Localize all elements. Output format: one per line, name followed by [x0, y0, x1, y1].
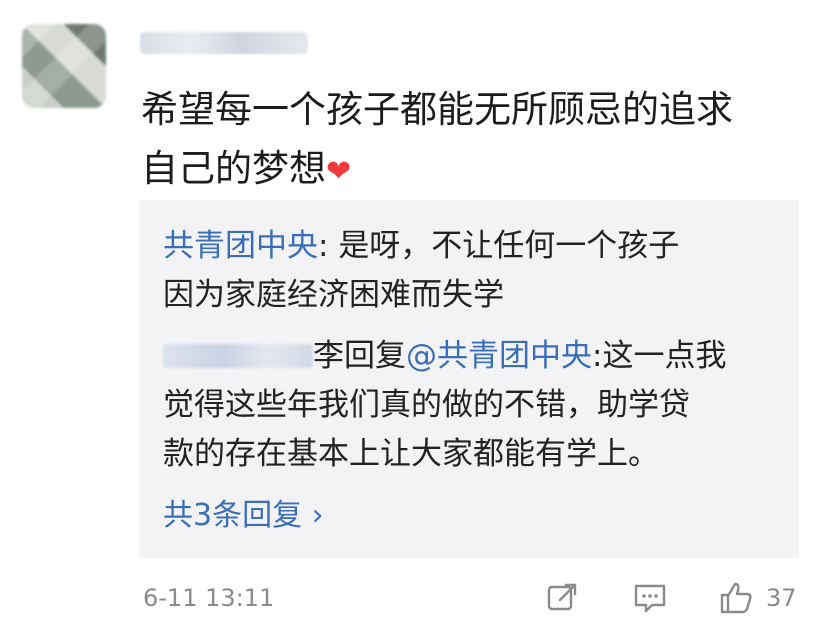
comment-footer: 6-11 13:11 37 — [0, 580, 826, 620]
reply-2-author-blurred[interactable] — [163, 344, 313, 368]
comment-icon[interactable] — [632, 580, 668, 616]
comment-line-2: 自己的梦想❤ — [141, 139, 801, 201]
reply-box: 共青团中央: 是呀，不让任何一个孩子 因为家庭经济困难而失学 李回复@共青团中央… — [139, 200, 799, 558]
reply-1-text-b: 因为家庭经济困难而失学 — [163, 277, 504, 313]
reply-2: 李回复@共青团中央:这一点我 觉得这些年我们真的做的不错，助学贷 款的存在基本上… — [163, 332, 783, 479]
comment-line-2-text: 自己的梦想 — [141, 147, 326, 190]
thumbs-up-icon[interactable] — [718, 580, 754, 616]
reply-1-sep: : — [318, 228, 339, 264]
timestamp: 6-11 13:11 — [143, 584, 275, 612]
reply-1: 共青团中央: 是呀，不让任何一个孩子 因为家庭经济困难而失学 — [163, 222, 783, 320]
more-replies-link[interactable]: 共3条回复 › — [163, 490, 324, 534]
reply-2-text-c: 款的存在基本上让大家都能有学上。 — [163, 436, 659, 472]
reply-1-author[interactable]: 共青团中央 — [163, 228, 318, 264]
share-icon[interactable] — [544, 580, 580, 616]
reply-1-text-a: 是呀，不让任何一个孩子 — [338, 228, 680, 264]
reply-2-text-a: :这一点我 — [592, 338, 727, 374]
reply-2-text-b: 觉得这些年我们真的做的不错，助学贷 — [163, 387, 690, 423]
reply-2-mention[interactable]: @共青团中央 — [406, 338, 592, 374]
username-blurred[interactable] — [140, 32, 308, 54]
reply-2-suffix: 李回复 — [313, 338, 406, 374]
heart-icon: ❤ — [326, 154, 352, 189]
comment-text: 希望每一个孩子都能无所顾忌的追求 自己的梦想❤ — [141, 80, 801, 201]
avatar[interactable] — [22, 24, 106, 108]
comment-line-1: 希望每一个孩子都能无所顾忌的追求 — [141, 88, 733, 131]
like-count: 37 — [766, 584, 797, 612]
